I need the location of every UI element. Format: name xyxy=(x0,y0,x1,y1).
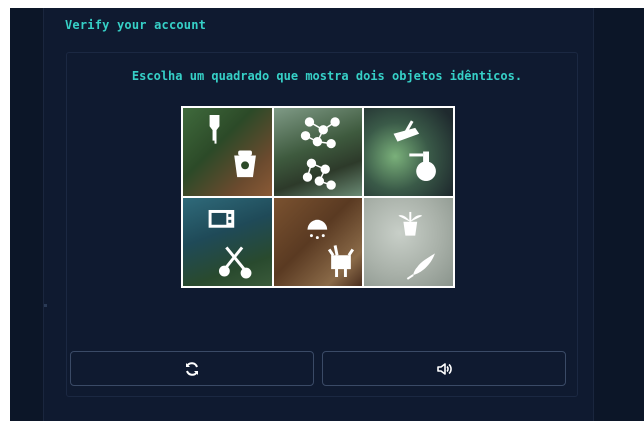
shower-head-icon xyxy=(307,219,327,240)
network-icon xyxy=(300,117,340,149)
network-icon xyxy=(302,158,336,190)
flask-icon xyxy=(409,151,437,182)
captcha-instruction: Escolha um quadrado que mostra dois obje… xyxy=(131,69,523,83)
potted-plant-icon xyxy=(398,211,423,236)
tile-2-graphic xyxy=(300,117,340,190)
feather-icon xyxy=(407,253,436,280)
page-title: Verify your account xyxy=(65,18,207,32)
captcha-image-grid xyxy=(181,106,455,288)
captcha-tile-6[interactable] xyxy=(364,198,453,286)
captcha-tile-4[interactable] xyxy=(183,198,272,286)
refresh-icon xyxy=(186,361,198,376)
captcha-tile-3[interactable] xyxy=(364,108,453,196)
pot-icon xyxy=(234,150,256,178)
microwave-icon xyxy=(208,209,235,228)
captcha-tile-1[interactable] xyxy=(183,108,272,196)
flashlight-icon xyxy=(209,115,220,144)
tile-5-graphic xyxy=(307,219,354,277)
tile-1-graphic xyxy=(209,115,256,178)
audio-button[interactable] xyxy=(322,351,566,386)
broom-icon xyxy=(393,120,420,142)
captcha-tile-2[interactable] xyxy=(273,108,363,196)
captcha-tile-5[interactable] xyxy=(273,198,363,286)
divider-dot xyxy=(44,304,47,307)
scissors-icon xyxy=(218,246,252,279)
tile-6-graphic xyxy=(398,211,436,280)
moose-icon xyxy=(327,245,354,277)
tile-3-graphic xyxy=(393,120,437,182)
captcha-screen: Verify your account Escolha um quadrado … xyxy=(10,8,644,421)
speaker-icon xyxy=(437,362,452,375)
tile-4-graphic xyxy=(208,209,252,279)
refresh-button[interactable] xyxy=(70,351,314,386)
